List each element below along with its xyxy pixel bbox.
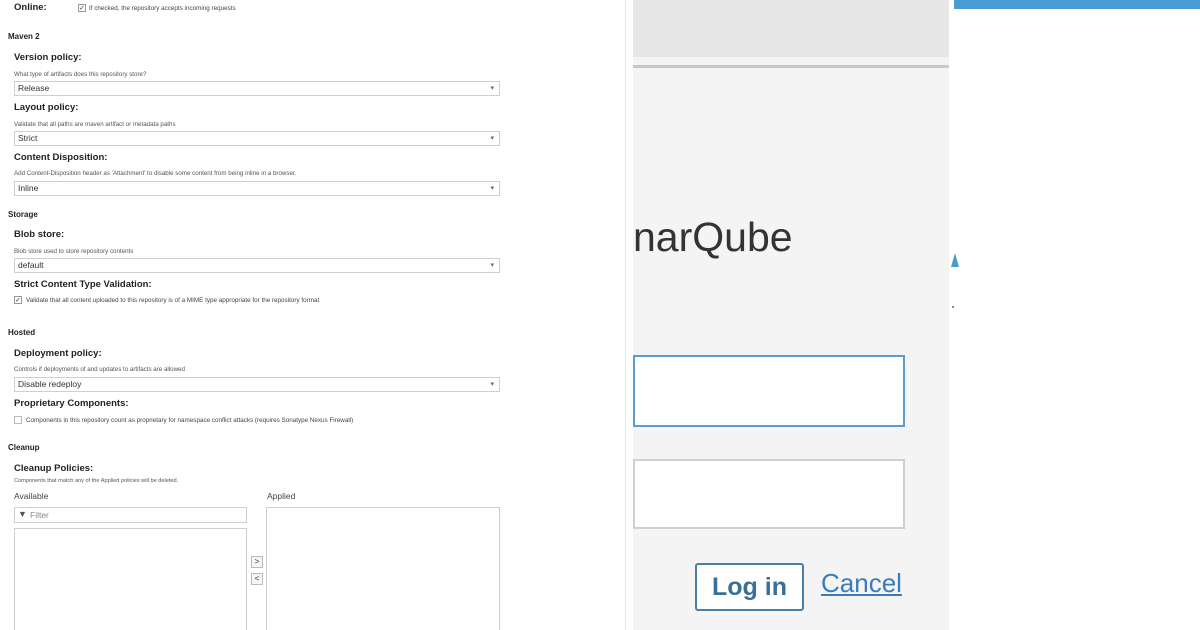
proprietary-help: Components in this repository count as p… — [26, 417, 354, 424]
cancel-link[interactable]: Cancel — [821, 568, 902, 599]
content-disposition-label: Content Disposition: — [14, 152, 108, 163]
storage-section-heading: Storage — [8, 210, 38, 219]
top-bar — [633, 0, 949, 57]
online-help: If checked, the repository accepts incom… — [89, 5, 236, 12]
chevron-down-icon: ▾ — [490, 135, 494, 142]
filter-placeholder: Filter — [30, 510, 49, 520]
login-field[interactable] — [633, 355, 905, 427]
version-policy-select[interactable]: Release ▾ — [14, 81, 500, 96]
chevron-down-icon: ▾ — [490, 185, 494, 192]
content-disposition-value: Inline — [18, 183, 39, 193]
strict-validation-label: Strict Content Type Validation: — [14, 279, 152, 290]
strict-validation-help: Validate that all content uploaded to th… — [26, 297, 320, 304]
blob-store-help: Blob store used to store repository cont… — [14, 248, 134, 255]
accent-bar — [954, 0, 1200, 9]
layout-policy-label: Layout policy: — [14, 102, 79, 113]
deployment-policy-help: Controls if deployments of and updates t… — [14, 366, 185, 373]
decorative-side — [949, 0, 1200, 630]
applied-label: Applied — [267, 491, 296, 501]
triangle-icon — [951, 253, 959, 267]
deployment-policy-select[interactable]: Disable redeploy ▾ — [14, 377, 500, 392]
repository-settings-panel: Online: ✓ If checked, the repository acc… — [0, 0, 626, 630]
dot-icon — [952, 306, 954, 308]
online-checkbox[interactable]: ✓ — [78, 4, 86, 12]
content-disposition-help: Add Content-Disposition header as 'Attac… — [14, 170, 297, 177]
chevron-down-icon: ▾ — [490, 262, 494, 269]
content-disposition-select[interactable]: Inline ▾ — [14, 181, 500, 196]
version-policy-help: What type of artifacts does this reposit… — [14, 71, 147, 78]
password-field[interactable] — [633, 459, 905, 529]
layout-policy-help: Validate that all paths are maven artifa… — [14, 121, 176, 128]
deployment-policy-value: Disable redeploy — [18, 379, 82, 389]
layout-policy-value: Strict — [18, 133, 38, 143]
maven-section-heading: Maven 2 — [8, 32, 40, 41]
layout-policy-select[interactable]: Strict ▾ — [14, 131, 500, 146]
applied-list[interactable] — [266, 507, 500, 630]
version-policy-label: Version policy: — [14, 52, 82, 63]
blob-store-select[interactable]: default ▾ — [14, 258, 500, 273]
cleanup-policies-label: Cleanup Policies: — [14, 463, 94, 474]
proprietary-checkbox[interactable] — [14, 416, 22, 424]
login-button[interactable]: Log in — [695, 563, 804, 611]
hosted-section-heading: Hosted — [8, 328, 36, 337]
sonarqube-login-panel: narQube Log in Cancel — [633, 0, 949, 630]
available-label: Available — [14, 491, 49, 501]
chevron-down-icon: ▾ — [490, 381, 494, 388]
blob-store-value: default — [18, 260, 44, 270]
deployment-policy-label: Deployment policy: — [14, 348, 102, 359]
available-list[interactable] — [14, 528, 247, 630]
online-label: Online: — [14, 2, 47, 13]
version-policy-value: Release — [18, 83, 50, 93]
filter-input[interactable]: ▼ Filter — [14, 507, 247, 523]
move-right-button[interactable]: > — [251, 556, 263, 568]
blob-store-label: Blob store: — [14, 229, 65, 240]
strict-validation-checkbox[interactable]: ✓ — [14, 296, 22, 304]
filter-icon: ▼ — [18, 509, 27, 519]
brand-title: narQube — [633, 214, 793, 260]
divider — [633, 65, 949, 68]
move-left-button[interactable]: < — [251, 573, 263, 585]
cleanup-policies-help: Components that match any of the Applied… — [14, 478, 179, 484]
proprietary-label: Proprietary Components: — [14, 398, 129, 409]
chevron-down-icon: ▾ — [490, 85, 494, 92]
cleanup-section-heading: Cleanup — [8, 443, 40, 452]
